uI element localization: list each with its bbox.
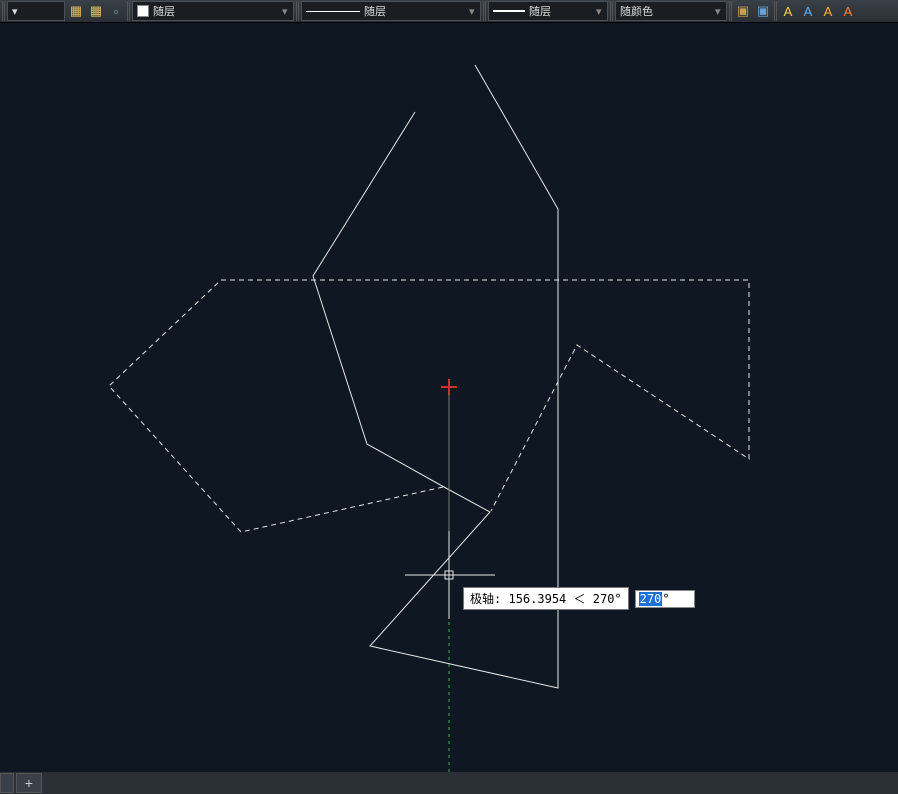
linetype-preview-icon xyxy=(306,11,360,12)
drawing-svg xyxy=(0,23,898,773)
layout-tabstrip: + xyxy=(0,772,898,794)
toolbar-grip[interactable] xyxy=(2,1,5,21)
plotcolor-label: 随颜色 xyxy=(620,3,653,19)
layer-previous-icon[interactable]: ▦ xyxy=(87,2,105,20)
toolbar-grip[interactable] xyxy=(610,1,613,21)
triangle-icon: ▾ xyxy=(282,5,289,18)
block-insert-icon[interactable]: ▣ xyxy=(734,2,752,20)
triangle-icon: ▾ xyxy=(715,5,722,18)
toolbar-grip[interactable] xyxy=(483,1,486,21)
text-find-icon[interactable]: A xyxy=(779,2,797,20)
text-mtext-icon[interactable]: A xyxy=(799,2,817,20)
plotcolor-dropdown[interactable]: 随颜色 ▾ xyxy=(615,1,727,21)
properties-toolbar: ▾ ▦ ▦ ▫ 随层 ▾ 随层 ▾ 随层 ▾ 随颜色 ▾ ▣ ▣ A A A A xyxy=(0,0,898,23)
dynamic-input-tooltip: 极轴: 156.3954 ＜ 270° 270° xyxy=(463,587,695,610)
triangle-icon: ▾ xyxy=(469,5,476,18)
toolbar-grip[interactable] xyxy=(774,1,777,21)
linetype-dropdown[interactable]: 随层 ▾ xyxy=(301,1,481,21)
tab-scroll-left[interactable] xyxy=(0,773,14,793)
lineweight-dropdown[interactable]: 随层 ▾ xyxy=(488,1,608,21)
polar-readout: 极轴: 156.3954 ＜ 270° xyxy=(463,587,629,610)
text-style-icon[interactable]: A xyxy=(819,2,837,20)
toolbar-grip[interactable] xyxy=(729,1,732,21)
layer-manager-icon[interactable]: ▦ xyxy=(67,2,85,20)
lineweight-label: 随层 xyxy=(529,3,551,19)
drawing-area[interactable]: 极轴: 156.3954 ＜ 270° 270° xyxy=(0,23,898,773)
block-define-icon[interactable]: ▣ xyxy=(754,2,772,20)
layer-state-dropdown[interactable]: ▾ xyxy=(7,1,65,21)
add-layout-tab[interactable]: + xyxy=(16,773,42,793)
toolbar-grip[interactable] xyxy=(127,1,130,21)
layer-add-icon[interactable]: ▫ xyxy=(107,2,125,20)
linetype-label: 随层 xyxy=(364,3,386,19)
triangle-icon: ▾ xyxy=(12,5,18,18)
text-field-icon[interactable]: A xyxy=(839,2,857,20)
rotation-pivot-marker xyxy=(441,379,457,395)
plus-icon: + xyxy=(25,775,33,791)
angle-input[interactable]: 270° xyxy=(635,590,695,608)
dashed-polyline xyxy=(109,280,749,532)
color-swatch-icon xyxy=(137,5,149,17)
color-dropdown[interactable]: 随层 ▾ xyxy=(132,1,294,21)
color-label: 随层 xyxy=(153,3,175,19)
triangle-icon: ▾ xyxy=(596,5,603,18)
toolbar-grip[interactable] xyxy=(296,1,299,21)
lineweight-preview-icon xyxy=(493,10,525,12)
